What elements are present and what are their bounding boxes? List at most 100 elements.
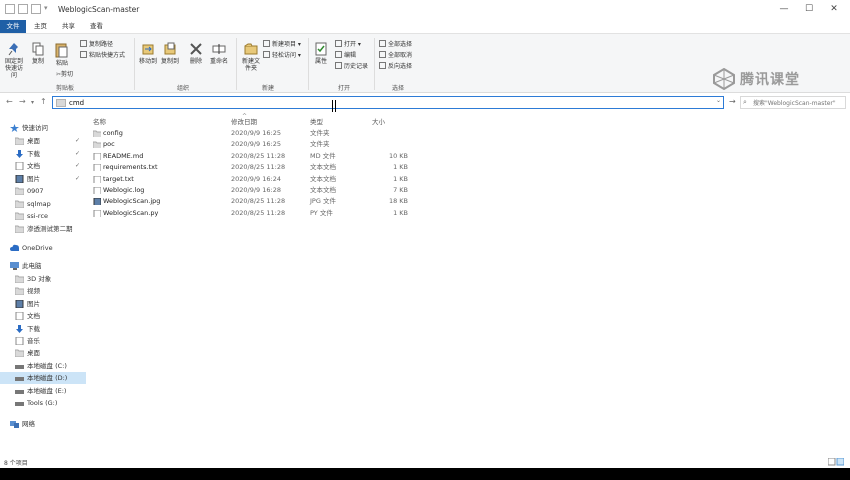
nav-quick-access[interactable]: 快速访问 [0, 122, 86, 134]
new-item-label: 新建项目 [272, 41, 297, 48]
nav-quick-item[interactable]: 渗透测试第二期 [0, 223, 86, 235]
file-date: 2020/8/25 11:28 [231, 151, 286, 160]
invert-selection-button[interactable]: 反向选择 [379, 62, 412, 71]
folder-icon [15, 275, 24, 283]
file-type: 文件夹 [310, 140, 330, 149]
search-input[interactable] [753, 98, 845, 108]
edit-button[interactable]: 编辑 [335, 51, 356, 60]
column-type[interactable]: 类型 [310, 116, 323, 126]
qa-dropdown-icon[interactable]: ▾ [44, 4, 48, 12]
move-to-button[interactable]: 移动到 [138, 42, 158, 65]
tab-file[interactable]: 文件 [0, 20, 26, 33]
nav-quick-item[interactable]: 图片 ✓ [0, 173, 86, 185]
nav-pc-item[interactable]: 视频 [0, 285, 86, 297]
file-size: 18 KB [388, 197, 408, 206]
nav-pc-item[interactable]: 本地磁盘 (E:) [0, 385, 86, 397]
paste-shortcut-button[interactable]: 粘贴快捷方式 [80, 51, 125, 60]
nav-quick-item[interactable]: 下载 ✓ [0, 148, 86, 160]
tab-view[interactable]: 查看 [84, 20, 109, 33]
nav-network[interactable]: 网络 [0, 418, 86, 430]
nav-pc-item[interactable]: Tools (G:) [0, 397, 86, 409]
close-button[interactable]: ✕ [822, 2, 846, 17]
address-dropdown-icon[interactable]: ⌄ [716, 97, 721, 104]
nav-pc-item-label: Tools (G:) [27, 399, 58, 407]
open-button[interactable]: 打开 ▾ [335, 40, 361, 49]
address-input[interactable] [69, 97, 709, 108]
ribbon-tabs: 文件 主页 共享 查看 [0, 20, 850, 33]
address-bar[interactable]: ⌄ [52, 96, 724, 109]
tab-home[interactable]: 主页 [28, 20, 53, 33]
navigation-row: ← → ▾ ↑ ⌄ → ⌕ [0, 95, 850, 111]
column-date[interactable]: 修改日期 [231, 116, 257, 126]
file-row[interactable]: Weblogic.log 2020/9/9 16:28 文本文档 7 KB [90, 185, 410, 196]
nav-onedrive[interactable]: OneDrive [0, 242, 86, 254]
nav-pc-item[interactable]: 图片 [0, 298, 86, 310]
properties-label: 属性 [314, 58, 327, 65]
search-box[interactable]: ⌕ [740, 96, 846, 109]
nav-this-pc-label: 此电脑 [22, 262, 42, 270]
nav-pc-item-label: 文档 [27, 312, 40, 321]
properties-button[interactable]: 属性 [312, 42, 330, 65]
column-size[interactable]: 大小 [372, 116, 385, 126]
file-row[interactable]: poc 2020/9/9 16:25 文件夹 [90, 139, 410, 150]
nav-quick-item[interactable]: 0907 [0, 185, 86, 197]
back-arrow-icon[interactable]: ← [6, 97, 13, 106]
file-row[interactable]: WeblogicScan.jpg 2020/8/25 11:28 JPG 文件 18 … [90, 196, 410, 207]
refresh-icon[interactable]: → [729, 97, 736, 106]
file-type: 文件夹 [310, 129, 330, 137]
view-toggle-icon[interactable] [828, 458, 844, 466]
tab-share[interactable]: 共享 [56, 20, 81, 33]
history-label: 历史记录 [344, 63, 369, 70]
paste-button[interactable]: 粘贴 [53, 42, 71, 67]
nav-pc-item[interactable]: 桌面 [0, 347, 86, 359]
new-item-button[interactable]: 新建项目 ▾ [263, 40, 301, 49]
history-icon [335, 62, 342, 69]
file-name: poc [103, 140, 115, 149]
select-none-icon [379, 51, 386, 58]
easy-access-button[interactable]: 轻松访问 ▾ [263, 51, 301, 60]
nav-pc-item[interactable]: 本地磁盘 (D:) [0, 372, 86, 385]
nav-pc-item[interactable]: 3D 对象 [0, 273, 86, 285]
properties-quick-icon[interactable] [18, 4, 28, 14]
minimize-button[interactable]: — [772, 2, 796, 17]
new-folder-button[interactable]: 新建文件夹 [240, 42, 262, 72]
select-all-button[interactable]: 全部选择 [379, 40, 412, 49]
file-row[interactable]: target.txt 2020/9/9 16:24 文本文档 1 KB [90, 174, 410, 185]
copy-button[interactable]: 复制 [30, 42, 46, 65]
file-row[interactable]: requirements.txt 2020/8/25 11:28 文本文档 1 KB [90, 162, 410, 173]
nav-quick-item[interactable]: 文档 ✓ [0, 160, 86, 172]
rename-button[interactable]: 重命名 [209, 42, 229, 65]
file-name: Weblogic.log [103, 186, 145, 194]
navigation-pane: 快速访问 OneDrive 此电脑 网络 桌面 ✓ 下载 ✓ 文档 ✓ 图片 ✓ 0907 sql… [0, 114, 88, 454]
maximize-button[interactable]: ☐ [797, 2, 821, 17]
file-row[interactable]: README.md 2020/8/25 11:28 MD 文件 10 KB [90, 151, 410, 162]
forward-arrow-icon[interactable]: → [19, 97, 26, 106]
copy-path-button[interactable]: 复制路径 [80, 40, 113, 49]
pin-quick-access-button[interactable]: 固定到快速访问 [4, 42, 24, 79]
delete-button[interactable]: 删除 [187, 42, 205, 65]
recent-locations-icon[interactable]: ▾ [31, 99, 34, 106]
history-button[interactable]: 历史记录 [335, 62, 368, 71]
nav-pc-item[interactable]: 本地磁盘 (C:) [0, 360, 86, 372]
nav-quick-item[interactable]: sqlmap [0, 198, 86, 210]
quick-access-toolbar-icon[interactable] [5, 4, 15, 14]
file-row[interactable]: config 2020/9/9 16:25 文件夹 [90, 128, 410, 139]
copy-to-button[interactable]: 复制到 [160, 42, 180, 65]
nav-pc-item[interactable]: 音乐 [0, 335, 86, 347]
nav-this-pc[interactable]: 此电脑 [0, 260, 86, 272]
nav-quick-item[interactable]: ssi-rce [0, 210, 86, 222]
nav-pc-item[interactable]: 文档 [0, 310, 86, 322]
file-size: 1 KB [393, 174, 408, 183]
nav-quick-item-label: 图片 [27, 174, 40, 183]
up-arrow-icon[interactable]: ↑ [40, 97, 47, 106]
nav-pc-item[interactable]: 下载 [0, 323, 86, 335]
select-none-label: 全部取消 [388, 52, 413, 59]
new-folder-quick-icon[interactable] [31, 4, 41, 14]
edit-icon [335, 51, 342, 58]
file-row[interactable]: WeblogicScan.py 2020/8/25 11:28 PY 文件 1 KB [90, 208, 410, 219]
cut-button[interactable]: ✂剪切 [56, 70, 73, 79]
nav-quick-item[interactable]: 桌面 ✓ [0, 135, 86, 147]
select-all-icon [379, 40, 386, 47]
column-name[interactable]: 名称 [93, 116, 106, 126]
select-none-button[interactable]: 全部取消 [379, 51, 412, 60]
